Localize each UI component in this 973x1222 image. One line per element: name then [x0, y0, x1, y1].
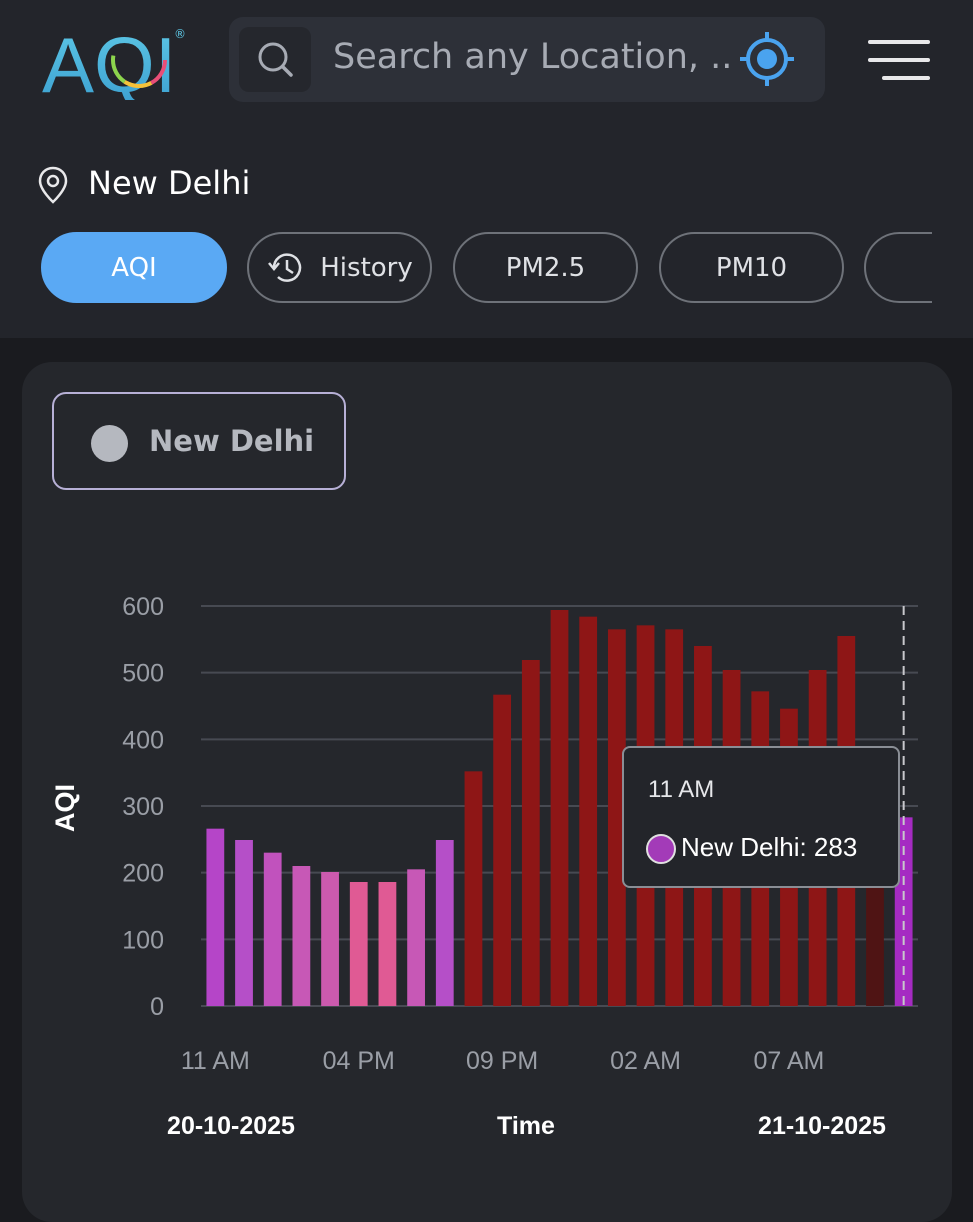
x-axis-ticks: 11 AM 04 PM 09 PM 02 AM 07 AM: [181, 1047, 825, 1075]
tooltip-time: 11 AM: [648, 776, 715, 803]
aqi-logo[interactable]: AQI ®: [42, 22, 192, 100]
x-tick-label: 04 PM: [323, 1047, 395, 1075]
aqi-bar[interactable]: [263, 852, 282, 1006]
locate-me-icon[interactable]: [737, 29, 797, 89]
date-end-label: 21-10-2025: [758, 1112, 886, 1140]
search-button[interactable]: [239, 27, 311, 92]
search-bar[interactable]: Search any Location, ...: [229, 17, 825, 102]
tab-label: PM10: [715, 252, 788, 283]
chart-tooltip: 11 AM New Delhi: 283: [622, 746, 900, 888]
location-and-tabs: New Delhi AQI History PM2.5 PM10: [0, 128, 973, 338]
aqi-bar[interactable]: [435, 840, 454, 1006]
aqi-chart-card: New Delhi 0 100 200 300 400 500 600 11 AM 04 PM…: [22, 362, 952, 1222]
tab-history[interactable]: History: [247, 232, 432, 303]
y-axis-label: AQI: [50, 784, 80, 832]
tab-label: PM2.5: [505, 252, 586, 283]
aqi-bar[interactable]: [493, 694, 512, 1006]
tab-pm25[interactable]: PM2.5: [453, 232, 638, 303]
logo-registered-mark: ®: [174, 27, 186, 41]
aqi-bar[interactable]: [321, 872, 339, 1006]
aqi-bar[interactable]: [235, 840, 253, 1006]
aqi-bar[interactable]: [579, 616, 598, 1006]
y-axis-ticks: 0 100 200 300 400 500 600: [122, 593, 164, 1021]
logo-text: AQI: [42, 22, 176, 100]
current-location-name[interactable]: New Delhi: [88, 164, 250, 202]
x-axis-label: Time: [497, 1112, 555, 1140]
x-tick-label: 07 AM: [754, 1047, 825, 1075]
history-icon: [268, 252, 302, 282]
tab-more[interactable]: [864, 232, 932, 303]
x-tick-label: 11 AM: [181, 1047, 250, 1075]
tab-pm10[interactable]: PM10: [659, 232, 844, 303]
tooltip-value: New Delhi: 283: [681, 832, 858, 862]
aqi-bar[interactable]: [550, 610, 569, 1006]
menu-icon[interactable]: [866, 38, 932, 82]
tooltip-series-swatch: [646, 834, 676, 864]
search-input[interactable]: Search any Location, ...: [333, 37, 733, 77]
x-tick-label: 09 PM: [466, 1047, 538, 1075]
aqi-bar[interactable]: [292, 866, 311, 1006]
search-icon: [258, 42, 293, 77]
aqi-bar[interactable]: [521, 660, 540, 1006]
metric-tabs: AQI History PM2.5 PM10: [0, 232, 932, 307]
x-tick-label: 02 AM: [610, 1047, 681, 1075]
aqi-bar[interactable]: [407, 869, 425, 1006]
y-tick-label: 100: [122, 926, 164, 954]
aqi-bar[interactable]: [206, 828, 225, 1006]
y-tick-label: 500: [122, 660, 164, 688]
y-tick-label: 0: [150, 993, 164, 1021]
y-tick-label: 600: [122, 593, 164, 621]
date-start-label: 20-10-2025: [167, 1112, 295, 1140]
tab-label: History: [320, 252, 413, 283]
location-pin-icon: [38, 166, 68, 204]
y-tick-label: 400: [122, 726, 164, 754]
tab-label: AQI: [111, 252, 157, 283]
aqi-bar[interactable]: [464, 771, 483, 1006]
y-tick-label: 300: [122, 793, 164, 821]
top-app-bar: AQI ® Search any Location, ...: [0, 0, 973, 128]
tab-aqi[interactable]: AQI: [41, 232, 227, 303]
y-tick-label: 200: [122, 860, 164, 888]
aqi-bar[interactable]: [349, 882, 368, 1006]
aqi-bar[interactable]: [378, 882, 397, 1006]
